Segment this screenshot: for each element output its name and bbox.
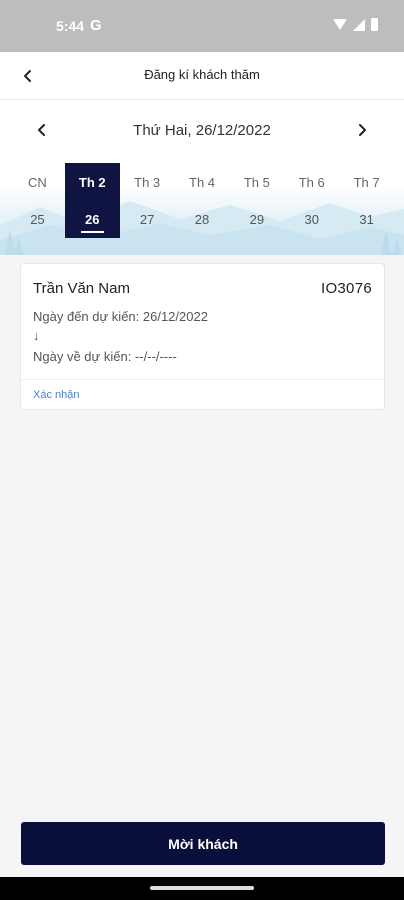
current-date: Thứ Hai, 26/12/2022 xyxy=(133,122,271,139)
divider xyxy=(21,379,384,380)
departure-date: Ngày về dự kiến: --/--/---- xyxy=(33,349,177,364)
day-name: Th 4 xyxy=(189,175,216,190)
day-sun[interactable]: CN 25 xyxy=(10,163,65,238)
system-nav-bar xyxy=(0,877,404,900)
day-number: 26 xyxy=(85,212,100,227)
status-icons xyxy=(333,18,378,31)
page-title: Đăng kí khách thăm xyxy=(144,67,260,82)
home-indicator[interactable] xyxy=(150,886,254,890)
week-days: CN 25 Th 2 26 Th 3 27 Th 4 28 Th 5 29 Th… xyxy=(10,163,394,238)
status-time: 5:44 xyxy=(56,18,85,34)
invite-guest-button[interactable]: Mời khách xyxy=(21,822,385,865)
day-name: CN xyxy=(28,175,47,190)
down-arrow-icon: ↓ xyxy=(33,328,40,343)
confirm-link[interactable]: Xác nhận xyxy=(33,389,79,401)
selected-indicator xyxy=(80,231,104,233)
day-mon-selected[interactable]: Th 2 26 xyxy=(64,163,120,238)
google-icon: G xyxy=(90,17,102,34)
guest-code: IO3076 xyxy=(320,280,372,297)
day-name: Th 2 xyxy=(78,175,106,190)
day-name: Th 3 xyxy=(134,175,161,190)
visit-card[interactable]: Trần Văn Nam IO3076 Ngày đến dự kiến: 26… xyxy=(20,263,385,410)
day-number: 28 xyxy=(194,212,210,227)
day-number: 25 xyxy=(30,212,45,227)
day-tue[interactable]: Th 3 27 xyxy=(120,163,175,238)
day-name: Th 7 xyxy=(353,175,380,190)
day-wed[interactable]: Th 4 28 xyxy=(175,163,230,238)
battery-icon xyxy=(371,18,378,31)
status-bar: 5:44 G xyxy=(0,0,404,52)
day-number: 29 xyxy=(249,212,265,227)
next-day-button[interactable] xyxy=(350,118,374,142)
app-bar: Đăng kí khách thăm xyxy=(0,52,404,100)
day-fri[interactable]: Th 6 30 xyxy=(284,163,339,238)
week-calendar: Thứ Hai, 26/12/2022 CN 25 Th 2 26 Th 3 2… xyxy=(0,100,404,255)
chevron-right-icon xyxy=(359,124,366,136)
day-name: Th 6 xyxy=(298,175,325,190)
day-sat[interactable]: Th 7 31 xyxy=(339,163,394,238)
guest-name: Trần Văn Nam xyxy=(33,280,130,297)
signal-icon xyxy=(353,18,365,31)
wifi-icon xyxy=(333,19,347,30)
day-thu[interactable]: Th 5 29 xyxy=(229,163,284,238)
day-name: Th 5 xyxy=(243,175,270,190)
day-number: 27 xyxy=(139,212,155,227)
arrival-date: Ngày đến dự kiến: 26/12/2022 xyxy=(33,309,208,324)
day-number: 30 xyxy=(304,212,319,227)
day-number: 31 xyxy=(359,212,374,227)
